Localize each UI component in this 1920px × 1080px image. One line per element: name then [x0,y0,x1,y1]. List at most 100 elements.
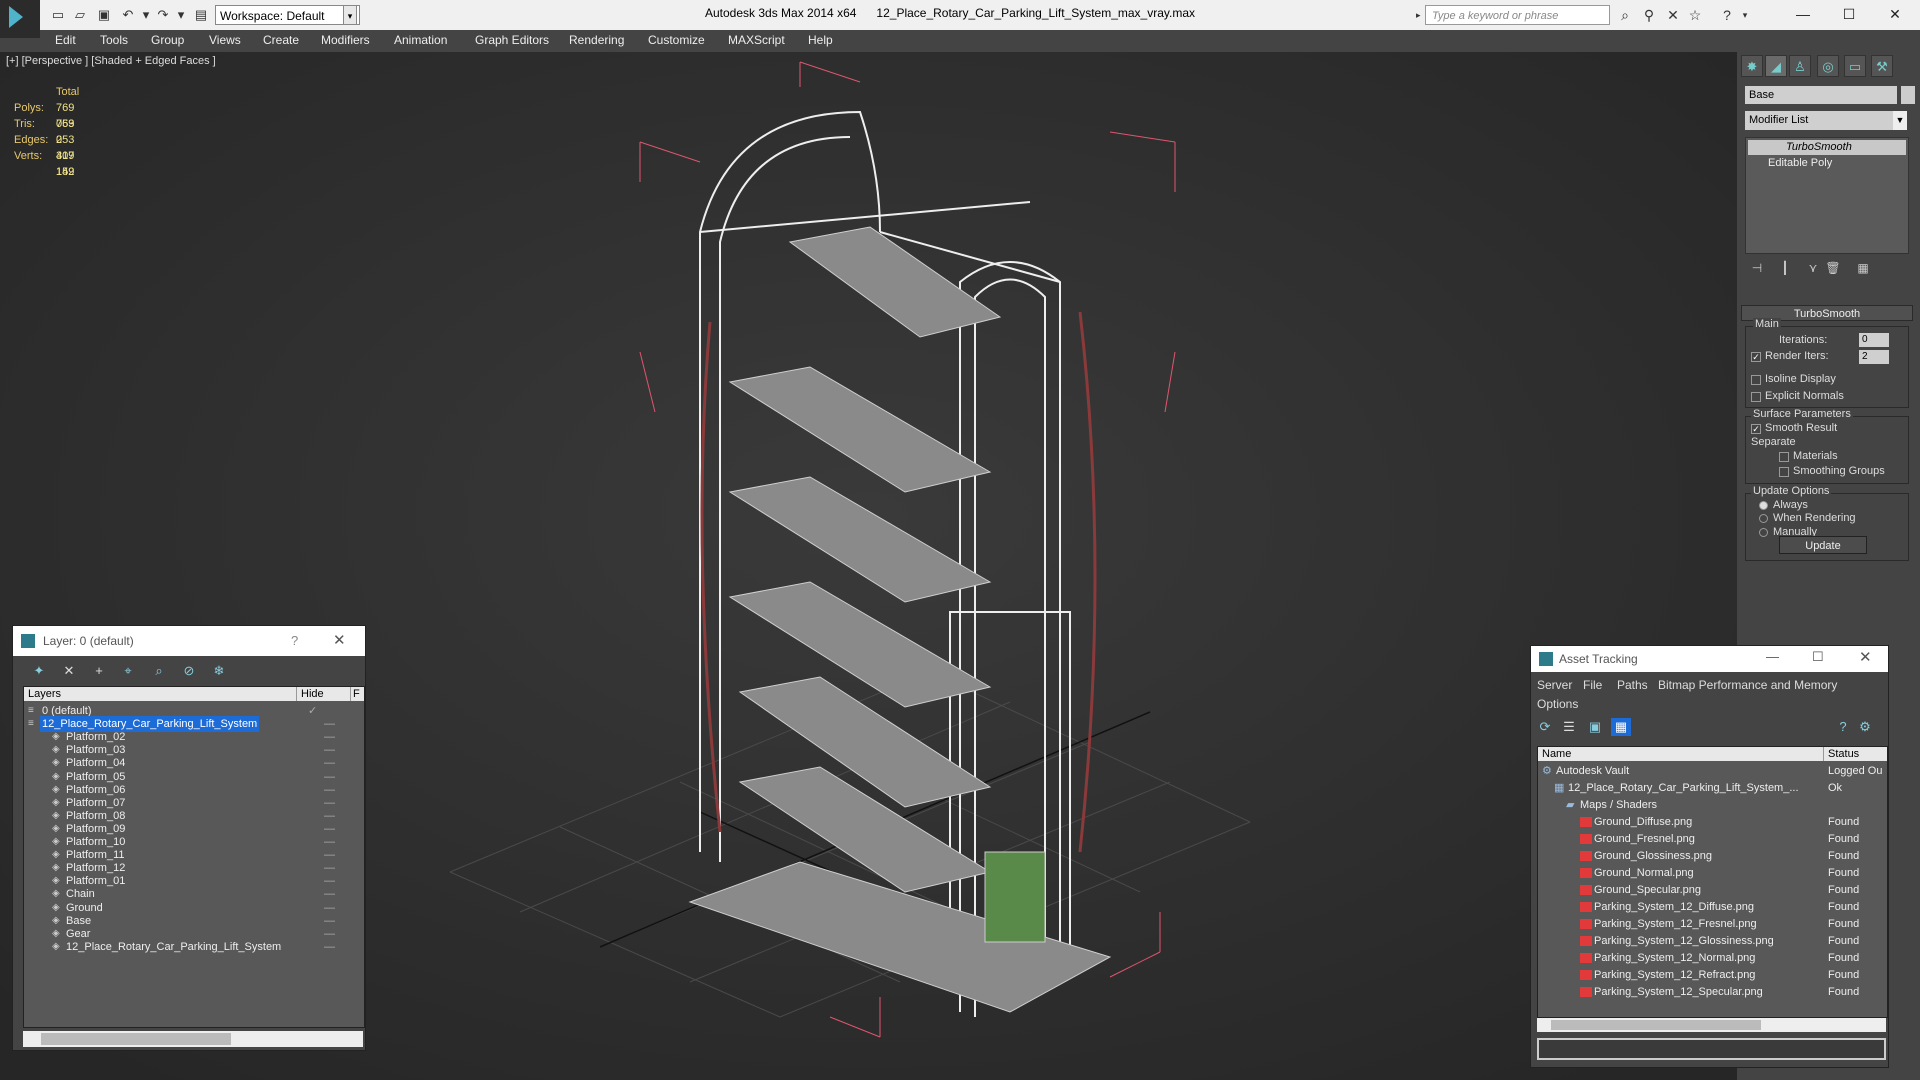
display-tab-icon[interactable]: ▭ [1844,55,1866,77]
delete-layer-icon[interactable]: ✕ [59,662,79,680]
asset-menu-options[interactable]: Options [1537,697,1578,711]
render-iters-spinner[interactable]: 2 [1859,350,1889,364]
asset-window-titlebar[interactable]: Asset Tracking — ☐ ✕ [1531,646,1888,672]
modify-tab-icon[interactable]: ◢ [1765,55,1787,77]
close-icon[interactable]: ✕ [333,631,346,649]
asset-row[interactable]: Parking_System_12_Glossiness.png Found [1538,933,1887,950]
layers-column-header[interactable]: Layers [28,687,61,701]
select-objects-icon[interactable]: ⌖ [118,662,138,680]
asset-menu-server[interactable]: Server [1537,678,1572,692]
asset-menu-bitmap[interactable]: Bitmap Performance and Memory [1658,678,1837,692]
asset-row[interactable]: ▰ Maps / Shaders [1538,797,1887,814]
hide-toggle[interactable]: — [324,939,335,955]
asset-row[interactable]: Parking_System_12_Specular.png Found [1538,984,1887,1001]
horizontal-scrollbar[interactable] [23,1031,363,1047]
freeze-column-header[interactable]: F [350,687,360,701]
show-end-result-icon[interactable]: ┃ [1775,258,1795,278]
subscription-icon[interactable]: ⚲ [1640,6,1658,24]
scrollbar-thumb[interactable] [41,1033,231,1045]
asset-row[interactable]: Ground_Specular.png Found [1538,882,1887,899]
explicit-normals-checkbox[interactable] [1751,392,1761,402]
hide-column-header[interactable]: Hide [296,687,324,701]
maximize-icon[interactable]: ☐ [1812,649,1824,665]
help-dropdown-icon[interactable]: ▾ [1736,6,1754,24]
menu-views[interactable]: Views [209,33,241,47]
menu-edit[interactable]: Edit [55,33,76,47]
minimize-icon[interactable]: — [1780,0,1826,28]
asset-menu-file[interactable]: File [1583,678,1602,692]
smoothing-groups-checkbox[interactable] [1779,467,1789,477]
help-button[interactable]: ? [291,633,298,648]
asset-path-field[interactable] [1537,1038,1886,1060]
utilities-tab-icon[interactable]: ⚒ [1871,55,1893,77]
close-icon[interactable]: ✕ [1872,0,1918,28]
viewport-label[interactable]: [+] [Perspective ] [Shaded + Edged Faces… [6,55,216,67]
asset-menu-paths[interactable]: Paths [1617,678,1648,692]
make-unique-icon[interactable]: ⋎ [1803,258,1823,278]
menu-animation[interactable]: Animation [394,33,447,47]
materials-checkbox[interactable] [1779,452,1789,462]
favorites-star-icon[interactable]: ☆ [1686,6,1704,24]
minimize-icon[interactable]: — [1766,649,1779,664]
asset-row[interactable]: Parking_System_12_Refract.png Found [1538,967,1887,984]
menu-help[interactable]: Help [808,33,833,47]
menu-graph-editors[interactable]: Graph Editors [475,33,549,47]
create-layer-icon[interactable]: ✦ [29,662,49,680]
isoline-display-checkbox[interactable] [1751,375,1761,385]
vault-help-icon[interactable]: ? [1833,718,1853,736]
asset-row[interactable]: ⚙ Autodesk Vault Logged Ou [1538,763,1887,780]
update-button[interactable]: Update [1779,536,1867,554]
list-view-icon[interactable]: ☰ [1559,718,1579,736]
when-rendering-radio[interactable] [1759,514,1768,523]
name-column-header[interactable]: Name [1542,747,1571,761]
render-iters-checkbox[interactable]: ✓ [1751,352,1761,362]
hierarchy-tab-icon[interactable]: ♙ [1789,55,1811,77]
asset-row[interactable]: Ground_Glossiness.png Found [1538,848,1887,865]
menu-group[interactable]: Group [151,33,184,47]
modifier-list-dropdown[interactable]: Modifier List ▼ [1745,111,1907,130]
asset-row[interactable]: Parking_System_12_Fresnel.png Found [1538,916,1887,933]
maximize-icon[interactable]: ☐ [1826,0,1872,28]
status-column-header[interactable]: Status [1823,747,1859,761]
menu-tools[interactable]: Tools [100,33,128,47]
always-radio[interactable] [1759,501,1768,510]
binoculars-icon[interactable]: ⌕ [1616,6,1634,24]
freeze-all-layers-icon[interactable]: ❄ [209,662,229,680]
add-to-layer-icon[interactable]: + [89,662,109,680]
menu-rendering[interactable]: Rendering [569,33,624,47]
menu-maxscript[interactable]: MAXScript [728,33,785,47]
manually-radio[interactable] [1759,528,1768,537]
stack-item-editable-poly[interactable]: Editable Poly [1748,156,1906,171]
asset-row[interactable]: Parking_System_12_Normal.png Found [1538,950,1887,967]
asset-row[interactable]: Parking_System_12_Diffuse.png Found [1538,899,1887,916]
object-color-swatch[interactable] [1901,86,1915,104]
layer-row[interactable]: ◈ 12_Place_Rotary_Car_Parking_Lift_System… [24,939,364,955]
remove-modifier-icon[interactable]: 🗑 [1823,258,1843,278]
iterations-spinner[interactable]: 0 [1859,333,1889,347]
object-name-field[interactable]: Base [1745,86,1897,104]
stack-item-turbosmooth[interactable]: TurboSmooth [1748,140,1906,155]
asset-row[interactable]: ▦ 12_Place_Rotary_Car_Parking_Lift_System… [1538,780,1887,797]
motion-tab-icon[interactable]: ◎ [1817,55,1839,77]
table-view-icon[interactable]: ▦ [1611,718,1631,736]
hide-all-layers-icon[interactable]: ⊘ [179,662,199,680]
asset-row[interactable]: Ground_Fresnel.png Found [1538,831,1887,848]
asset-row[interactable]: Ground_Diffuse.png Found [1538,814,1887,831]
settings-icon[interactable]: ⚙ [1855,718,1875,736]
help-icon[interactable]: ? [1718,6,1736,24]
layer-window-titlebar[interactable]: Layer: 0 (default) ? ✕ [13,626,365,656]
menu-customize[interactable]: Customize [648,33,705,47]
menu-modifiers[interactable]: Modifiers [321,33,370,47]
pin-stack-icon[interactable]: ⊣ [1747,258,1767,278]
configure-sets-icon[interactable]: ▦ [1853,258,1873,278]
highlight-selected-icon[interactable]: ⌕ [149,662,169,680]
search-input[interactable]: Type a keyword or phrase [1425,5,1610,25]
thumbnail-view-icon[interactable]: ▣ [1585,718,1605,736]
menu-create[interactable]: Create [263,33,299,47]
refresh-icon[interactable]: ⟳ [1535,718,1555,736]
communication-icon[interactable]: ✕ [1664,6,1682,24]
scrollbar-thumb[interactable] [1551,1020,1761,1030]
create-tab-icon[interactable]: ✸ [1741,55,1763,77]
close-icon[interactable]: ✕ [1859,648,1872,666]
horizontal-scrollbar[interactable] [1537,1018,1886,1032]
